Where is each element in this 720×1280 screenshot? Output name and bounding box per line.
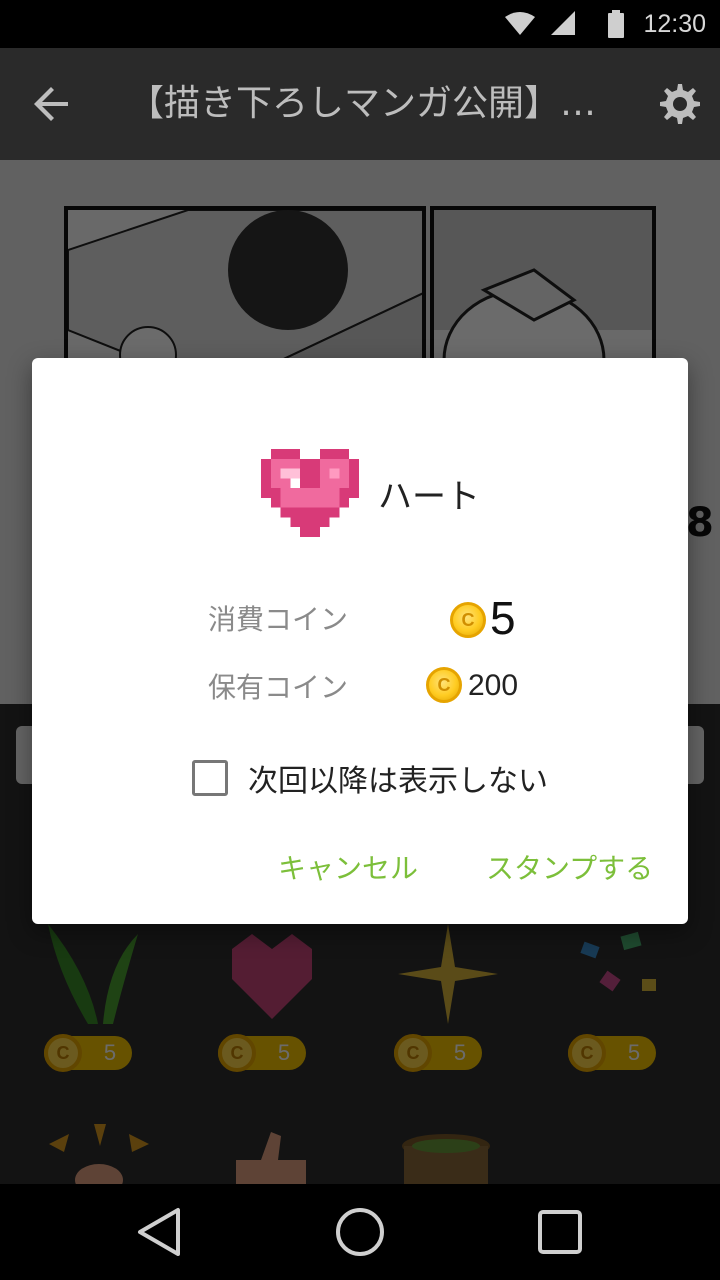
heart-stamp-icon bbox=[261, 449, 359, 537]
stamp-heading: ハート bbox=[260, 448, 480, 538]
gear-icon[interactable] bbox=[656, 80, 704, 128]
cell-signal-icon bbox=[551, 11, 576, 35]
owned-value: 200 bbox=[468, 669, 519, 702]
page-title: 【描き下ろしマンガ公開】… bbox=[128, 83, 597, 124]
coin-icon: C bbox=[426, 667, 462, 703]
consume-value: 5 bbox=[490, 592, 516, 644]
status-icons: 12:30 bbox=[505, 8, 706, 40]
stamp-confirm-button[interactable]: スタンプする bbox=[486, 844, 653, 894]
status-bar: 12:30 bbox=[0, 0, 720, 48]
back-arrow-icon[interactable] bbox=[28, 80, 76, 128]
nav-back-icon[interactable] bbox=[130, 1204, 190, 1260]
cancel-button[interactable]: キャンセル bbox=[278, 844, 418, 894]
owned-label: 保有コイン bbox=[208, 671, 349, 704]
navigation-bar bbox=[0, 1184, 720, 1280]
battery-icon bbox=[608, 10, 625, 38]
coin-icon: C bbox=[450, 602, 486, 638]
purchase-dialog: ハート 消費コイン C 5 保有コイン C 200 次回以降は表示しない キャン… bbox=[32, 358, 688, 924]
dont-show-again-checkbox[interactable] bbox=[192, 760, 228, 796]
consume-label: 消費コイン bbox=[208, 603, 349, 636]
toolbar: 【描き下ろしマンガ公開】… bbox=[0, 48, 720, 160]
nav-home-icon[interactable] bbox=[330, 1204, 390, 1260]
dont-show-again-label[interactable]: 次回以降は表示しない bbox=[248, 756, 548, 800]
wifi-icon bbox=[505, 12, 536, 35]
dont-show-again-row[interactable]: 次回以降は表示しない bbox=[192, 754, 548, 802]
clock: 12:30 bbox=[643, 9, 706, 38]
nav-recent-icon[interactable] bbox=[530, 1204, 590, 1260]
stamp-name: ハート bbox=[378, 476, 480, 517]
